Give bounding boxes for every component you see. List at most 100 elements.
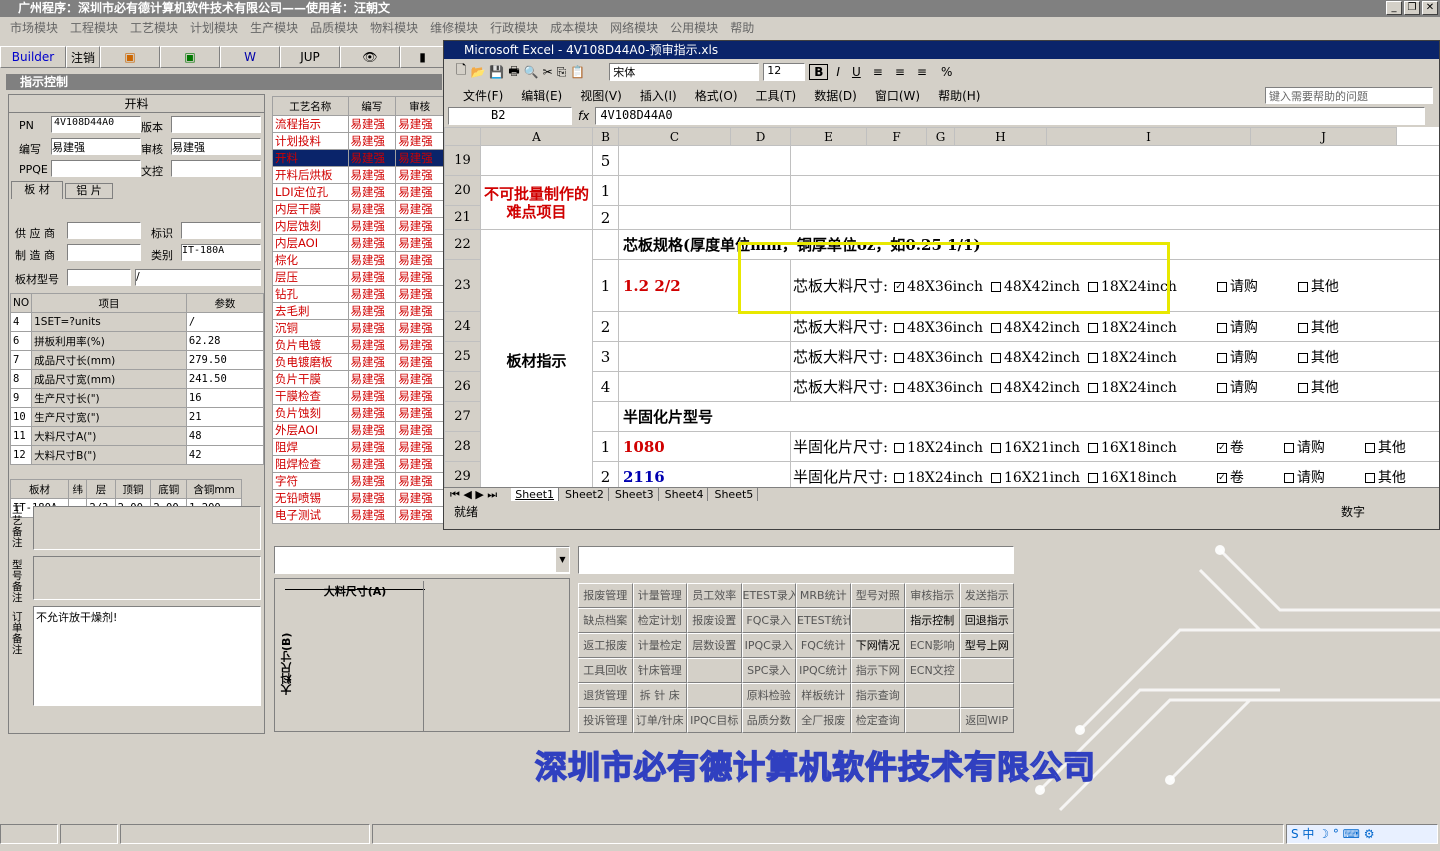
model-field-a[interactable] [67,269,131,286]
sheet-cell[interactable] [592,229,619,260]
process-row[interactable]: 干膜检查 易建强 易建强 [272,387,444,405]
excel-menu-item-1[interactable]: 编辑(E) [512,87,571,104]
menu-item-9[interactable]: 成本模块 [544,19,604,36]
sheet-tab[interactable]: Sheet2 [561,488,609,501]
word-icon[interactable]: W [220,46,280,68]
function-button[interactable]: FQC统计 [796,633,851,658]
process-row[interactable]: 内层蚀刻 易建强 易建强 [272,217,444,235]
function-button[interactable] [905,708,960,733]
checkbox[interactable] [1087,383,1098,393]
function-button[interactable]: 退货管理 [578,683,633,708]
function-button[interactable]: MRB统计 [796,583,851,608]
row-header[interactable]: 24 [444,311,481,342]
reviewer-field[interactable]: 易建强 [171,138,261,155]
excel-menu-item-5[interactable]: 工具(T) [747,87,806,104]
sheet-cell[interactable]: 2 [592,205,619,230]
checkbox[interactable] [894,473,905,483]
process-row[interactable]: 棕化 易建强 易建强 [272,251,444,269]
column-header[interactable]: A [480,127,593,146]
function-button[interactable]: 缺点档案 [578,608,633,633]
checkbox[interactable] [894,323,905,333]
checkbox[interactable] [1283,443,1294,453]
sheet-cell[interactable] [790,145,1439,176]
sheet-tab[interactable]: Sheet5 [710,488,759,501]
row-header[interactable]: 25 [444,341,481,372]
new-icon[interactable]: 🗋 [456,61,466,83]
tab-nav-icons[interactable]: ⏮ ◀ ▶ ⏭ [450,488,497,502]
name-box[interactable]: B2 [448,107,572,125]
checkbox[interactable] [1087,473,1098,483]
sheet-cell[interactable] [790,205,1439,230]
process-row[interactable]: 去毛刺 易建强 易建强 [272,302,444,320]
powerpoint-icon[interactable]: ▣ [100,46,160,68]
logout-button[interactable]: 注销 [66,46,100,68]
function-button[interactable]: 审核指示 [905,583,960,608]
process-row[interactable]: 开料后烘板 易建强 易建强 [272,166,444,184]
function-button[interactable] [905,683,960,708]
function-button[interactable] [959,658,1014,683]
sheet-tab[interactable]: Sheet1 [511,488,560,501]
bold-button[interactable]: B [809,64,829,80]
process-row[interactable]: LDI定位孔 易建强 易建强 [272,183,444,201]
process-row[interactable]: 流程指示 易建强 易建强 [272,115,444,133]
checkbox[interactable] [1087,353,1098,363]
menu-item-12[interactable]: 帮助 [724,19,760,36]
checkbox[interactable] [894,353,905,363]
merged-cell-difficult[interactable]: 不可批量制作的难点项目 [480,175,593,230]
checkbox[interactable] [894,383,905,393]
model-field-b[interactable]: / [135,269,261,286]
checkbox[interactable] [894,443,905,453]
checkbox[interactable] [1087,443,1098,453]
function-button[interactable]: IPQC录入 [741,633,796,658]
function-button[interactable]: ETEST统计 [796,608,851,633]
menu-item-6[interactable]: 物料模块 [364,19,424,36]
sheet-cell[interactable] [618,341,791,372]
column-header[interactable]: E [790,127,867,146]
checkbox[interactable]: ✓ [1216,443,1227,453]
row-header[interactable]: 28 [444,431,481,462]
preview-icon[interactable]: 🔍 [524,65,539,79]
process-row[interactable]: 层压 易建强 易建强 [272,268,444,286]
checkbox[interactable] [1364,473,1375,483]
checkbox[interactable] [1283,473,1294,483]
params-row[interactable]: 8 成品尺寸宽(mm) 241.50 [9,369,265,389]
sheet-cell[interactable]: 半固化片尺寸: 18X24inch 16X21inch 16X18inch ✓ 卷 请购 其他 [790,431,1439,462]
jup-button[interactable]: JUP [280,46,340,68]
column-header[interactable]: I [1046,127,1251,146]
function-button[interactable]: ECN影响 [905,633,960,658]
version-field[interactable] [171,116,261,133]
function-button[interactable]: 指示控制 [905,608,960,633]
menu-item-2[interactable]: 工艺模块 [124,19,184,36]
function-button[interactable]: 回退指示 [959,608,1014,633]
sheet-cell[interactable]: 1 [592,431,619,462]
excel-menu-item-6[interactable]: 数据(D) [805,87,866,104]
column-header[interactable]: C [618,127,731,146]
info-field[interactable] [578,546,1014,574]
menu-item-1[interactable]: 工程模块 [64,19,124,36]
sheet-cell[interactable]: 5 [592,145,619,176]
minimize-button[interactable]: _ [1386,1,1402,15]
sheet-cell[interactable]: 3 [592,341,619,372]
menu-item-3[interactable]: 计划模块 [184,19,244,36]
row-header[interactable]: 23 [444,259,481,312]
function-button[interactable]: 检定查询 [850,708,905,733]
paste-icon[interactable]: 📋 [570,65,585,79]
ime-tray[interactable]: S 中 ☽ ° ⌨ ⚙ [1286,824,1438,844]
checkbox[interactable] [1297,323,1308,333]
process-row[interactable]: 计划投料 易建强 易建强 [272,132,444,150]
function-button[interactable] [959,683,1014,708]
open-icon[interactable]: 📂 [470,65,485,79]
eye-icon[interactable]: 👁 [340,46,400,68]
sheet-cell[interactable] [618,205,791,230]
menu-item-5[interactable]: 品质模块 [304,19,364,36]
menu-item-0[interactable]: 市场模块 [4,19,64,36]
align-left-icon[interactable]: ≡ [869,65,887,79]
sheet-cell[interactable] [618,145,791,176]
checkbox[interactable] [1216,383,1227,393]
function-button[interactable]: 订单/针床 [632,708,687,733]
row-header[interactable]: 22 [444,229,481,260]
function-button[interactable]: 样板统计 [796,683,851,708]
checkbox[interactable] [1364,443,1375,453]
sheet-cell[interactable]: 2116 [618,461,791,487]
ppqe-field[interactable] [51,160,141,177]
